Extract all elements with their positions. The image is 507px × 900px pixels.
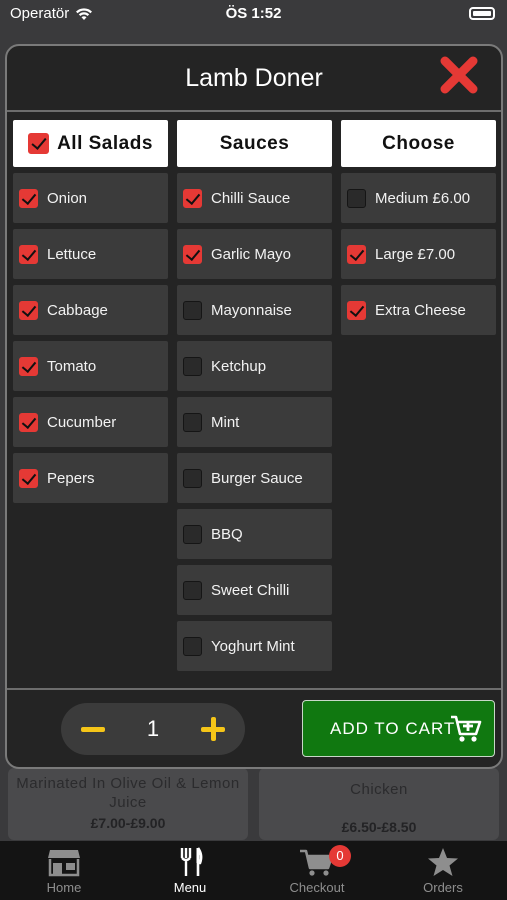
product-description: Chicken	[350, 781, 408, 798]
option-label: Onion	[47, 189, 88, 207]
option-sweet-chilli[interactable]: Sweet Chilli	[177, 565, 332, 615]
option-checkbox[interactable]	[19, 412, 38, 432]
cart-badge: 0	[329, 845, 351, 867]
tab-orders[interactable]: Orders	[380, 841, 506, 900]
salads-column: All Salads Onion Lettuce Cabbage Tomato …	[13, 120, 168, 503]
option-checkbox[interactable]	[183, 636, 202, 656]
product-price: £7.00-£9.00	[90, 815, 166, 831]
option-garlic-mayo[interactable]: Garlic Mayo	[177, 229, 332, 279]
all-salads-toggle[interactable]: All Salads	[13, 120, 168, 167]
column-header-label: Choose	[382, 132, 455, 154]
option-label: Sweet Chilli	[211, 581, 290, 599]
product-card[interactable]: Chicken £6.50-£8.50	[259, 768, 499, 840]
product-options-modal: Lamb Doner All Salads Onion Lettuce Cabb…	[5, 44, 503, 769]
option-label: Large £7.00	[375, 245, 456, 263]
option-label: Lettuce	[47, 245, 97, 263]
option-extra-cheese[interactable]: Extra Cheese	[341, 285, 496, 335]
option-checkbox[interactable]	[183, 300, 202, 320]
option-tomato[interactable]: Tomato	[13, 341, 168, 391]
option-checkbox[interactable]	[19, 356, 38, 376]
option-large[interactable]: Large £7.00	[341, 229, 496, 279]
option-label: Pepers	[47, 469, 95, 487]
option-checkbox[interactable]	[183, 412, 202, 432]
option-label: Cabbage	[47, 301, 108, 319]
option-checkbox[interactable]	[19, 300, 38, 320]
option-label: Cucumber	[47, 413, 117, 431]
all-salads-checkbox[interactable]	[28, 133, 50, 154]
option-checkbox[interactable]	[183, 468, 202, 488]
option-checkbox[interactable]	[183, 356, 202, 376]
option-onion[interactable]: Onion	[13, 173, 168, 223]
option-label: BBQ	[211, 525, 243, 543]
tab-label: Home	[46, 880, 82, 895]
battery-icon	[469, 7, 495, 20]
tab-label: Orders	[423, 880, 463, 895]
option-checkbox[interactable]	[19, 468, 38, 488]
product-card[interactable]: Marinated In Olive Oil & Lemon Juice £7.…	[8, 768, 248, 840]
option-medium[interactable]: Medium £6.00	[341, 173, 496, 223]
option-yoghurt-mint[interactable]: Yoghurt Mint	[177, 621, 332, 671]
option-checkbox[interactable]	[347, 188, 366, 208]
option-label: Chilli Sauce	[211, 189, 291, 207]
sauces-column: Sauces Chilli Sauce Garlic Mayo Mayonnai…	[177, 120, 332, 671]
close-icon[interactable]	[437, 53, 481, 97]
option-checkbox[interactable]	[183, 244, 202, 264]
option-checkbox[interactable]	[183, 188, 202, 208]
option-checkbox[interactable]	[347, 300, 366, 320]
option-checkbox[interactable]	[19, 244, 38, 264]
option-label: Mint	[211, 413, 240, 431]
status-bar: Operatör ÖS 1:52	[0, 0, 507, 28]
option-pepers[interactable]: Pepers	[13, 453, 168, 503]
clock: ÖS 1:52	[225, 5, 282, 22]
sauces-header: Sauces	[177, 120, 332, 167]
product-price: £6.50-£8.50	[341, 819, 417, 835]
add-to-cart-label: ADD TO CART	[330, 718, 456, 738]
option-chilli-sauce[interactable]: Chilli Sauce	[177, 173, 332, 223]
modal-header: Lamb Doner	[7, 46, 501, 112]
option-ketchup[interactable]: Ketchup	[177, 341, 332, 391]
quantity-stepper: 1	[61, 703, 245, 755]
modal-title: Lamb Doner	[185, 64, 323, 92]
column-header-label: Sauces	[219, 132, 290, 154]
add-cart-icon	[451, 715, 482, 742]
tab-bar: Home Menu 0 Checkout Orders	[0, 841, 507, 900]
option-lettuce[interactable]: Lettuce	[13, 229, 168, 279]
option-mint[interactable]: Mint	[177, 397, 332, 447]
column-header-label: All Salads	[57, 132, 153, 154]
product-description: Marinated In Olive Oil & Lemon Juice	[16, 775, 240, 811]
store-icon	[48, 850, 80, 877]
option-label: Extra Cheese	[375, 301, 466, 319]
fork-knife-icon	[180, 847, 203, 876]
option-label: Medium £6.00	[375, 189, 471, 207]
option-label: Tomato	[47, 357, 97, 375]
option-checkbox[interactable]	[183, 524, 202, 544]
option-label: Burger Sauce	[211, 469, 303, 487]
star-icon	[428, 848, 458, 876]
tab-label: Menu	[173, 880, 207, 895]
option-label: Garlic Mayo	[211, 245, 292, 263]
option-mayonnaise[interactable]: Mayonnaise	[177, 285, 332, 335]
option-label: Yoghurt Mint	[211, 637, 295, 655]
option-label: Mayonnaise	[211, 301, 292, 319]
tab-label: Checkout	[289, 880, 345, 895]
tab-home[interactable]: Home	[1, 841, 127, 900]
option-checkbox[interactable]	[183, 580, 202, 600]
option-label: Ketchup	[211, 357, 267, 375]
option-checkbox[interactable]	[19, 188, 38, 208]
tab-menu[interactable]: Menu	[127, 841, 253, 900]
option-bbq[interactable]: BBQ	[177, 509, 332, 559]
option-cucumber[interactable]: Cucumber	[13, 397, 168, 447]
option-burger-sauce[interactable]: Burger Sauce	[177, 453, 332, 503]
plus-icon[interactable]	[201, 717, 225, 741]
modal-footer: 1 ADD TO CART	[7, 688, 501, 767]
option-checkbox[interactable]	[347, 244, 366, 264]
choose-column: Choose Medium £6.00 Large £7.00 Extra Ch…	[341, 120, 496, 335]
add-to-cart-button[interactable]: ADD TO CART	[302, 700, 495, 757]
tab-checkout[interactable]: 0 Checkout	[254, 841, 380, 900]
choose-header: Choose	[341, 120, 496, 167]
option-cabbage[interactable]: Cabbage	[13, 285, 168, 335]
